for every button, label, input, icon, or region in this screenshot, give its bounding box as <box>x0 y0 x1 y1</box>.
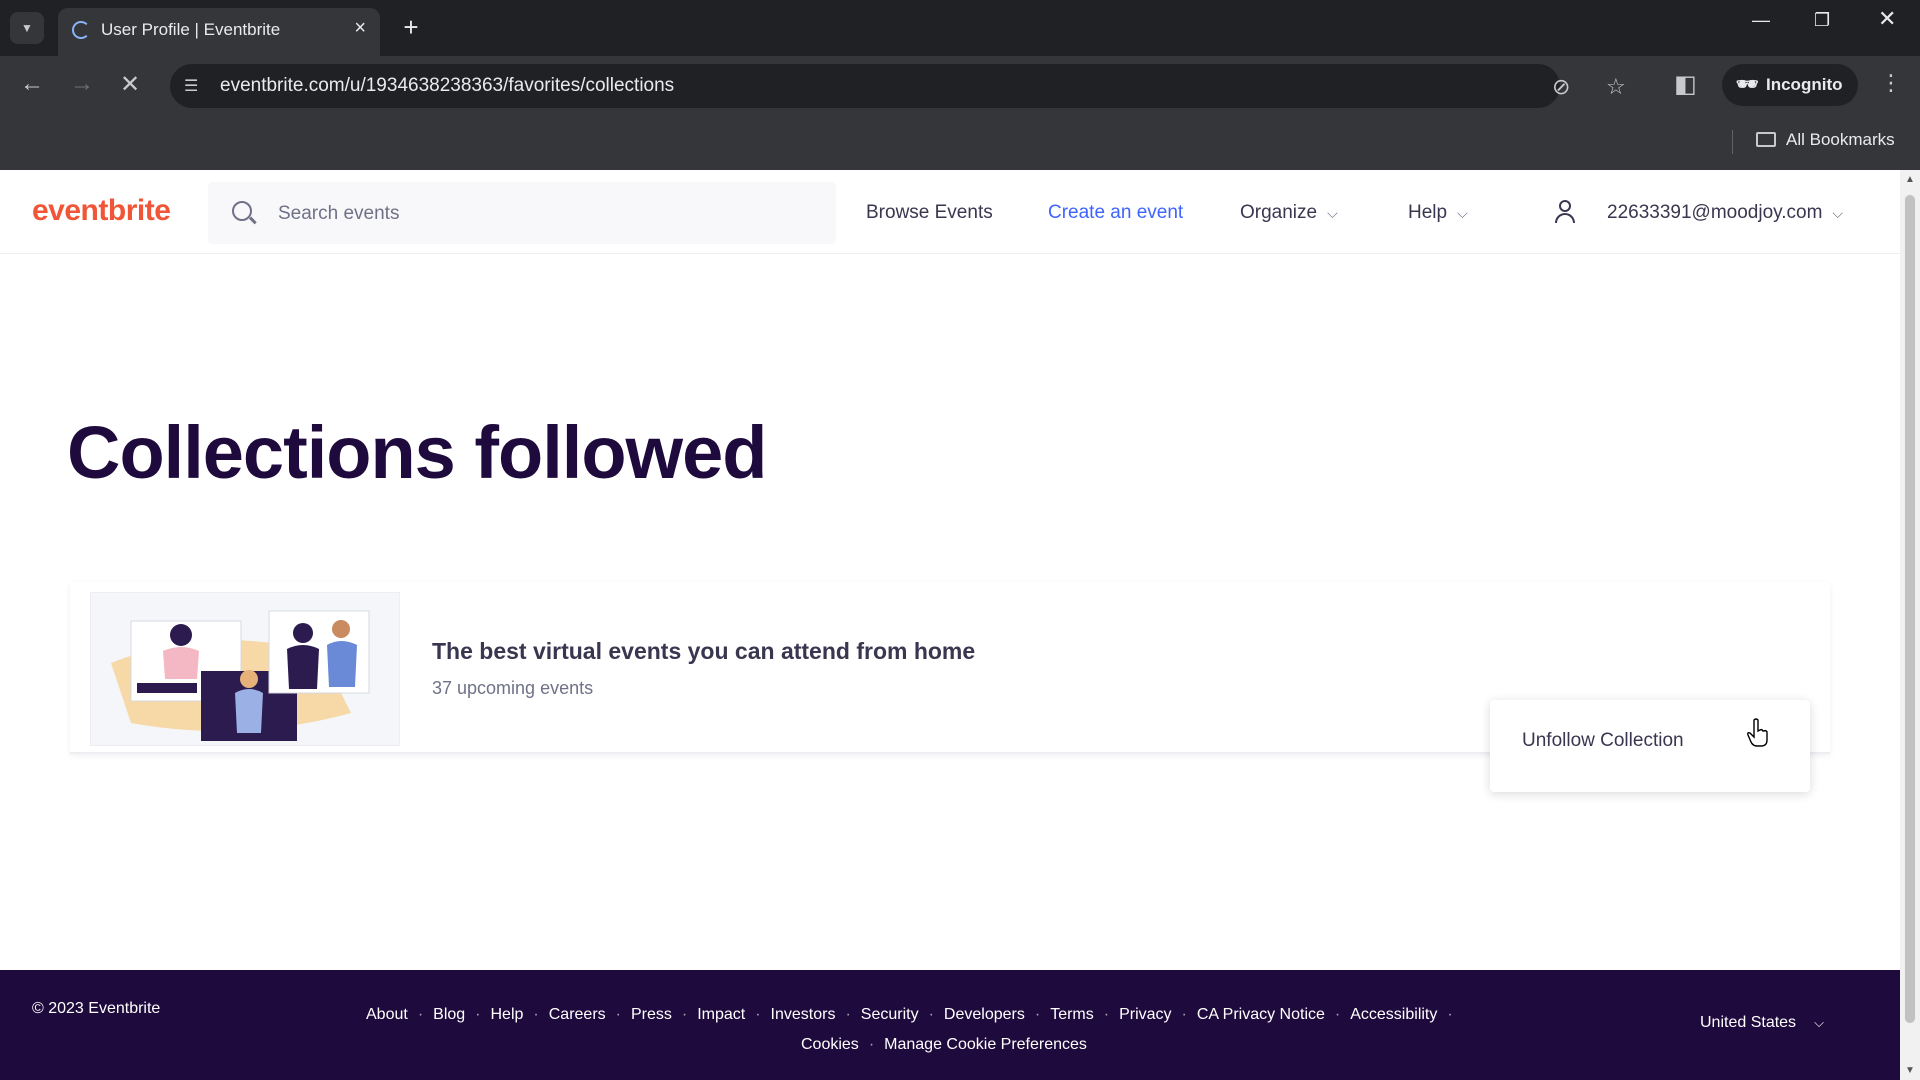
footer-link[interactable]: Cookies <box>801 1036 859 1053</box>
footer-link[interactable]: Impact <box>697 1006 745 1023</box>
footer-link[interactable]: Accessibility <box>1350 1006 1437 1023</box>
new-tab-button[interactable]: + <box>394 12 428 44</box>
footer-separator: · <box>755 1006 761 1023</box>
bookmarks-bar: All Bookmarks <box>0 116 1920 170</box>
all-bookmarks-label: All Bookmarks <box>1786 130 1895 149</box>
address-bar[interactable]: ☰ eventbrite.com/u/1934638238363/favorit… <box>170 64 1626 108</box>
incognito-icon: 🕶 <box>1736 74 1759 94</box>
country-label: United States <box>1700 1014 1797 1031</box>
footer-separator: · <box>928 1006 934 1023</box>
user-menu[interactable]: 22633391@moodjoy.com ⌵ <box>1607 202 1843 224</box>
folder-icon <box>1756 132 1776 147</box>
collection-event-count: 37 upcoming events <box>432 678 594 698</box>
organize-menu[interactable]: Organize ⌵ <box>1240 202 1338 224</box>
footer-separator: · <box>615 1006 621 1023</box>
footer-separator: · <box>681 1006 688 1023</box>
footer-link[interactable]: Terms <box>1050 1006 1094 1023</box>
collection-thumbnail[interactable] <box>90 592 400 746</box>
footer-separator: · <box>868 1036 875 1053</box>
footer-separator: · <box>845 1006 851 1023</box>
footer-link[interactable]: Manage Cookie Preferences <box>884 1036 1087 1053</box>
copyright-text: © 2023 Eventbrite <box>32 1000 161 1017</box>
back-arrow-icon[interactable]: ← <box>20 70 44 98</box>
create-event-link[interactable]: Create an event <box>1048 202 1183 224</box>
forward-arrow-icon[interactable]: → <box>70 70 94 98</box>
eventbrite-logo[interactable]: eventbrite <box>32 194 171 228</box>
footer-link[interactable]: About <box>366 1006 408 1023</box>
page-scrollbar[interactable]: ▲ ▼ <box>1900 170 1920 1080</box>
search-input[interactable] <box>278 200 798 228</box>
user-avatar-icon[interactable] <box>1554 200 1576 224</box>
stop-loading-icon[interactable]: ✕ <box>120 70 140 99</box>
unfollow-collection-option[interactable]: Unfollow Collection <box>1522 730 1684 752</box>
chevron-down-icon: ⌵ <box>1327 205 1338 221</box>
hand-pointer-icon <box>1747 718 1768 747</box>
footer-separator: · <box>1334 1006 1341 1023</box>
scroll-up-icon[interactable]: ▲ <box>1905 174 1915 185</box>
footer-links-row: Cookies · Manage Cookie Preferences <box>801 1030 1087 1060</box>
minimize-icon[interactable]: — <box>1752 10 1770 31</box>
user-email: 22633391@moodjoy.com <box>1607 202 1823 223</box>
chevron-down-icon: ⌵ <box>1814 1015 1824 1030</box>
loading-spinner-icon <box>72 21 90 39</box>
restore-icon[interactable]: ❐ <box>1814 10 1830 31</box>
footer-separator: · <box>417 1006 424 1023</box>
footer-links-row: About · Blog · Help · Careers · Press · Impact · Inv… <box>366 1000 1546 1030</box>
browser-menu-icon[interactable]: ⋮ <box>1880 70 1902 96</box>
tab-title: User Profile | Eventbrite <box>101 20 281 39</box>
virtual-events-illustration <box>91 593 399 745</box>
organize-label: Organize <box>1240 202 1318 223</box>
eye-off-icon[interactable]: ⊘ <box>1552 74 1570 100</box>
search-bar[interactable] <box>208 182 836 244</box>
footer-separator: · <box>1034 1006 1041 1023</box>
bookmark-star-icon[interactable]: ☆ <box>1606 74 1626 100</box>
footer-link[interactable]: Privacy <box>1119 1006 1171 1023</box>
site-footer: © 2023 Eventbrite About · Blog · Help · Career… <box>0 970 1900 1080</box>
browse-events-link[interactable]: Browse Events <box>866 202 993 224</box>
footer-link[interactable]: Careers <box>549 1006 606 1023</box>
help-menu[interactable]: Help ⌵ <box>1408 202 1468 224</box>
footer-link[interactable]: CA Privacy Notice <box>1197 1006 1325 1023</box>
bookmarks-divider <box>1732 130 1733 154</box>
page-content: eventbrite Browse Events Create an event… <box>0 170 1900 1080</box>
footer-link[interactable]: Help <box>491 1006 524 1023</box>
chevron-down-icon: ⌵ <box>1832 205 1844 221</box>
footer-separator: · <box>1447 1006 1453 1023</box>
footer-separator: · <box>1103 1006 1110 1023</box>
search-icon <box>232 201 252 221</box>
side-panel-icon[interactable]: ◧ <box>1674 70 1697 99</box>
browser-tab[interactable]: User Profile | Eventbrite × <box>58 8 380 56</box>
footer-link[interactable]: Investors <box>771 1006 836 1023</box>
scroll-down-icon[interactable]: ▼ <box>1905 1065 1915 1076</box>
help-label: Help <box>1408 202 1448 223</box>
all-bookmarks-button[interactable]: All Bookmarks <box>1756 130 1895 150</box>
footer-link[interactable]: Press <box>631 1006 672 1023</box>
chevron-down-icon: ⌵ <box>1457 205 1468 221</box>
incognito-label: Incognito <box>1766 75 1843 94</box>
collection-title[interactable]: The best virtual events you can attend f… <box>432 638 975 665</box>
site-settings-icon[interactable]: ☰ <box>184 76 204 96</box>
browser-toolbar: ← → ✕ ☰ eventbrite.com/u/1934638238363/f… <box>0 56 1920 116</box>
incognito-badge[interactable]: 🕶 Incognito <box>1722 64 1858 106</box>
footer-link[interactable]: Blog <box>433 1006 465 1023</box>
footer-separator: · <box>475 1006 481 1023</box>
footer-link[interactable]: Security <box>861 1006 919 1023</box>
footer-link[interactable]: Developers <box>944 1006 1025 1023</box>
tab-close-icon[interactable]: × <box>354 17 366 40</box>
scrollbar-thumb[interactable] <box>1904 194 1916 1024</box>
footer-separator: · <box>1181 1006 1187 1023</box>
tab-search-icon[interactable]: ▼ <box>10 12 44 44</box>
footer-separator: · <box>533 1006 539 1023</box>
country-selector[interactable]: United States ⌵ <box>1700 1014 1824 1032</box>
close-window-icon[interactable]: ✕ <box>1878 6 1896 32</box>
url-text[interactable]: eventbrite.com/u/1934638238363/favorites… <box>220 75 674 97</box>
footer-links: About · Blog · Help · Careers · Press · Impact · Inv… <box>366 1000 1546 1053</box>
browser-tab-strip: ▼ User Profile | Eventbrite × + — ❐ ✕ <box>0 0 1920 56</box>
site-header: eventbrite Browse Events Create an event… <box>0 170 1900 254</box>
page-title: Collections followed <box>67 411 767 494</box>
